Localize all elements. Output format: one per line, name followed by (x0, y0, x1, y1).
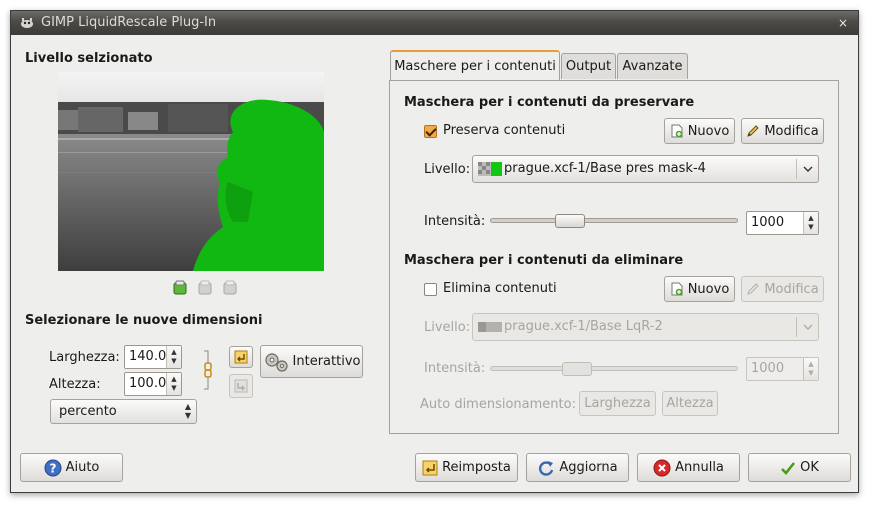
refresh-button[interactable]: Aggiorna (526, 453, 629, 482)
auto-width-label: Larghezza (584, 396, 651, 411)
swap-size-button[interactable] (229, 374, 253, 398)
tab-panel-content-masks: Maschera per i contenuti da preservare P… (389, 80, 839, 434)
preserve-checkbox[interactable] (424, 125, 437, 138)
auto-height-button[interactable]: Altezza (662, 391, 718, 416)
chain-link-icon[interactable] (202, 349, 214, 391)
discard-edit-label: Modifica (764, 281, 819, 297)
discard-intensity-label: Intensità: (424, 361, 486, 376)
spin-arrows-icon[interactable]: ▲ ▼ (803, 358, 818, 380)
discard-slider-knob[interactable] (562, 362, 592, 376)
preserve-intensity-field[interactable]: 1000 ▲ ▼ (746, 211, 819, 235)
tab-label: Avanzate (622, 59, 683, 74)
discard-intensity-slider[interactable] (490, 366, 738, 371)
redo-arrow-icon (234, 379, 248, 393)
preserve-layer-value: prague.xcf-1/Base pres mask-4 (504, 161, 706, 176)
preserve-edit-button[interactable]: Modifica (741, 118, 824, 144)
selected-layer-heading: Livello selzionato (25, 51, 153, 66)
interactive-button[interactable]: Interattivo (260, 345, 363, 378)
cancel-button[interactable]: Annulla (637, 453, 740, 482)
preserve-layer-label: Livello: (424, 162, 471, 177)
discard-checkbox-label: Elimina contenuti (443, 281, 557, 296)
tab-label: Maschere per i contenuti (394, 58, 556, 74)
preserve-heading: Maschera per i contenuti da preservare (404, 95, 695, 110)
discard-layer-value: prague.xcf-1/Base LqR-2 (504, 319, 663, 334)
auto-width-button[interactable]: Larghezza (579, 391, 656, 416)
combo-updown-icon: ▲ ▼ (184, 402, 191, 420)
gears-icon (264, 352, 288, 372)
svg-text:?: ? (49, 461, 56, 475)
preserve-checkbox-label: Preserva contenuti (443, 123, 566, 138)
cancel-label: Annulla (675, 460, 724, 475)
help-button[interactable]: ? Aiuto (20, 453, 123, 482)
tab-advanced[interactable]: Avanzate (617, 53, 688, 79)
reset-label: Reimposta (442, 460, 511, 475)
spin-arrows-icon[interactable]: ▲ ▼ (803, 212, 818, 234)
layer-preview-image (58, 72, 324, 271)
title-bar[interactable]: GIMP LiquidRescale Plug-In × (11, 11, 858, 35)
ok-button[interactable]: OK (748, 453, 851, 482)
interactive-label: Interattivo (292, 354, 361, 369)
undo-arrow-icon (234, 350, 248, 364)
cancel-icon (653, 459, 671, 476)
pencil-icon (747, 125, 760, 137)
preserve-mask-icon[interactable] (172, 280, 188, 296)
discard-edit-button[interactable]: Modifica (741, 276, 824, 302)
spin-arrows-icon[interactable]: ▲ ▼ (166, 346, 181, 368)
auto-height-label: Altezza (666, 396, 714, 411)
tab-output[interactable]: Output (561, 53, 616, 79)
width-spin-field[interactable]: 140.00 ▲ ▼ (124, 345, 182, 369)
help-label: Aiuto (65, 460, 100, 475)
discard-mask-icon[interactable] (197, 280, 213, 296)
gimp-app-icon (21, 18, 33, 28)
refresh-label: Aggiorna (559, 460, 618, 475)
reset-icon (422, 460, 438, 475)
reset-button[interactable]: Reimposta (415, 453, 518, 482)
new-document-icon (671, 124, 683, 138)
tab-label: Output (565, 59, 612, 74)
discard-checkbox[interactable] (424, 283, 437, 296)
close-icon[interactable]: × (834, 14, 852, 32)
layer-thumbnail-icon (478, 162, 502, 176)
reset-size-button[interactable] (229, 346, 253, 368)
preserve-new-label: Nuovo (687, 123, 730, 139)
discard-heading: Maschera per i contenuti da eliminare (404, 253, 684, 268)
new-document-icon (671, 282, 683, 296)
plugin-dialog: GIMP LiquidRescale Plug-In × Livello sel… (10, 10, 859, 493)
auto-size-label: Auto dimensionamento: (420, 397, 576, 412)
pencil-icon (747, 283, 760, 295)
discard-layer-label: Livello: (424, 320, 471, 335)
window-title: GIMP LiquidRescale Plug-In (41, 15, 217, 30)
width-label: Larghezza: (49, 350, 120, 365)
discard-new-label: Nuovo (687, 281, 730, 297)
chevron-down-icon (796, 159, 818, 179)
height-label: Altezza: (49, 377, 101, 392)
layer-thumbnail-icon (478, 322, 502, 332)
preserve-intensity-value: 1000 (751, 215, 785, 230)
spin-arrows-icon[interactable]: ▲ ▼ (166, 373, 181, 395)
refresh-icon (539, 460, 554, 476)
preserve-intensity-label: Intensità: (424, 214, 486, 229)
discard-new-button[interactable]: Nuovo (664, 276, 735, 302)
preserve-edit-label: Modifica (764, 123, 819, 139)
tab-content-masks[interactable]: Maschere per i contenuti (390, 50, 560, 80)
preserve-slider-knob[interactable] (555, 214, 586, 228)
checkmark-icon (781, 461, 796, 475)
discard-intensity-field[interactable]: 1000 ▲ ▼ (746, 357, 819, 381)
help-icon: ? (44, 459, 62, 476)
unit-value: percento (59, 404, 117, 419)
preserve-layer-combo[interactable]: prague.xcf-1/Base pres mask-4 (472, 155, 819, 183)
discard-intensity-value: 1000 (751, 361, 785, 376)
discard-layer-combo[interactable]: prague.xcf-1/Base LqR-2 (472, 313, 819, 341)
preserve-intensity-slider[interactable] (490, 218, 738, 223)
height-spin-field[interactable]: 100.00 ▲ ▼ (124, 372, 182, 396)
unit-combo[interactable]: percento ▲ ▼ (50, 399, 197, 424)
rigidity-mask-icon[interactable] (222, 280, 238, 296)
preserve-new-button[interactable]: Nuovo (664, 118, 735, 144)
ok-label: OK (800, 460, 819, 475)
new-size-heading: Selezionare le nuove dimensioni (25, 313, 263, 328)
chevron-down-icon (796, 317, 818, 337)
